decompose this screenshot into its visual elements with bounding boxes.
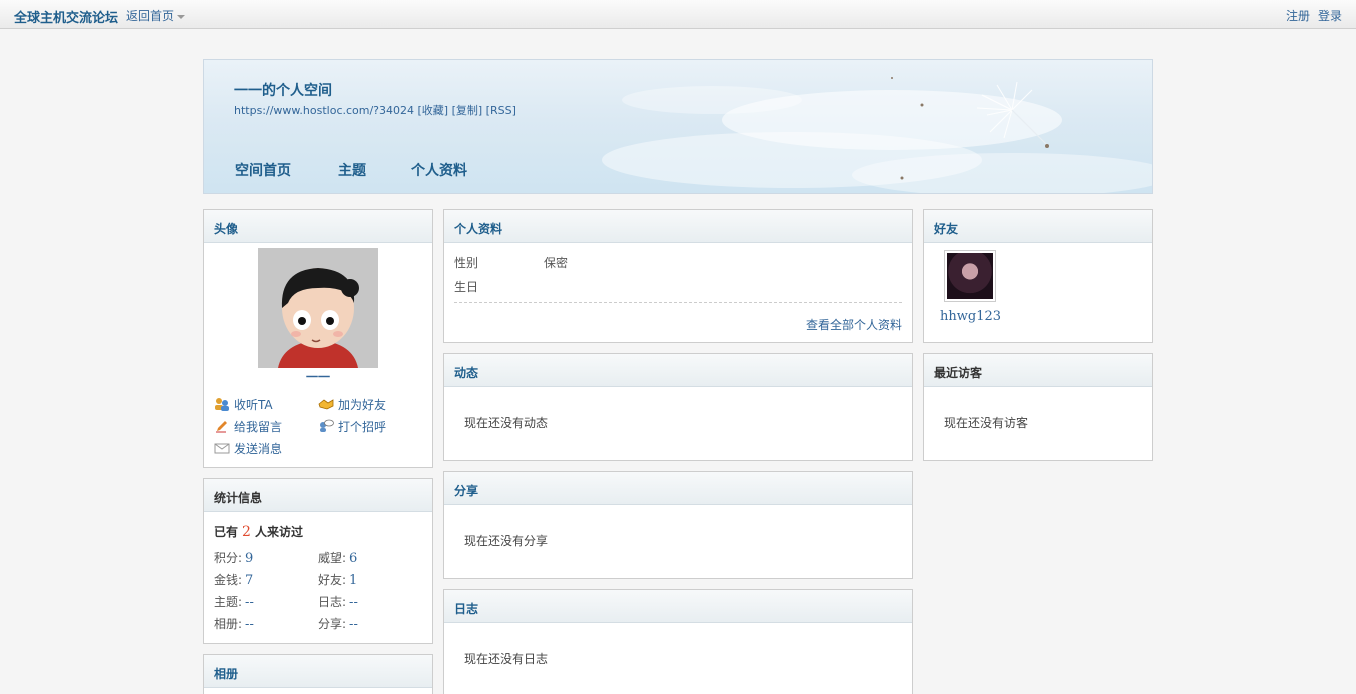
greeting-icon	[318, 419, 334, 433]
visitors-panel-title: 最近访客	[924, 354, 1152, 387]
stats-panel-title: 统计信息	[204, 479, 432, 512]
poke-label: 打个招呼	[338, 420, 387, 434]
stat-albums: 相册: --	[214, 615, 254, 632]
friend-photo	[947, 253, 993, 299]
album-panel: 相册	[203, 654, 433, 694]
feed-panel-title[interactable]: 动态	[444, 354, 912, 387]
stat-value[interactable]: 9	[245, 551, 253, 566]
blog-empty-text: 现在还没有日志	[464, 652, 549, 666]
stat-value[interactable]: 6	[349, 551, 357, 566]
visit-prefix: 已有	[214, 525, 239, 539]
stat-blogs: 日志: --	[318, 593, 358, 610]
friends-panel: 好友 hhwg123	[923, 209, 1153, 343]
space-title: 一一的个人空间	[234, 83, 332, 99]
avatar-panel: 头像 一一 收听TA 加为好友 给我留言 打个招呼 发送消息	[203, 209, 433, 468]
follow-label: 收听TA	[234, 398, 273, 412]
stat-label: 相册:	[214, 617, 243, 631]
divider	[454, 302, 902, 303]
stat-value[interactable]: --	[245, 595, 254, 610]
feed-panel: 动态 现在还没有动态	[443, 353, 913, 461]
share-empty-text: 现在还没有分享	[464, 534, 549, 548]
leave-message-button[interactable]: 给我留言	[214, 418, 282, 435]
share-panel-title[interactable]: 分享	[444, 472, 912, 505]
gender-label: 性别	[454, 256, 479, 270]
feed-empty-text: 现在还没有动态	[464, 416, 549, 430]
top-bar: 全球主机交流论坛 返回首页 注册 登录	[0, 0, 1356, 29]
register-link[interactable]: 注册	[1286, 7, 1310, 24]
friend-avatar[interactable]	[944, 250, 996, 302]
username[interactable]: 一一	[204, 368, 432, 385]
login-link[interactable]: 登录	[1318, 7, 1342, 24]
stat-prestige: 威望: 6	[318, 549, 357, 566]
handshake-icon	[318, 397, 334, 411]
visit-summary: 已有 2 人来访过	[214, 523, 303, 540]
space-url[interactable]: https://www.hostloc.com/?34024 [收藏] [复制]…	[234, 102, 516, 118]
visit-suffix: 人来访过	[254, 525, 303, 539]
stat-value[interactable]: --	[349, 595, 358, 610]
stat-label: 分享:	[318, 617, 347, 631]
follow-icon	[214, 397, 230, 411]
blog-panel: 日志 现在还没有日志	[443, 589, 913, 694]
nav-space-home[interactable]: 空间首页	[235, 160, 291, 180]
follow-button[interactable]: 收听TA	[214, 396, 273, 413]
album-panel-title[interactable]: 相册	[204, 655, 432, 688]
stat-label: 积分:	[214, 551, 243, 565]
stat-money: 金钱: 7	[214, 571, 253, 588]
stats-panel: 统计信息 已有 2 人来访过 积分: 9 威望: 6 金钱: 7 好友: 1 主题: -- 日…	[203, 478, 433, 644]
send-message-label: 发送消息	[234, 442, 283, 456]
avatar[interactable]	[258, 248, 378, 368]
visit-count: 2	[242, 524, 251, 540]
visitors-empty-text: 现在还没有访客	[944, 416, 1029, 430]
pencil-icon	[214, 419, 230, 433]
stat-label: 主题:	[214, 595, 243, 609]
stat-value[interactable]: 7	[245, 573, 253, 588]
stat-value[interactable]: --	[245, 617, 254, 632]
visitors-panel: 最近访客 现在还没有访客	[923, 353, 1153, 461]
cartoon-avatar-icon	[258, 248, 378, 368]
stat-label: 金钱:	[214, 573, 243, 587]
friends-panel-title[interactable]: 好友	[924, 210, 1152, 243]
stat-threads: 主题: --	[214, 593, 254, 610]
leave-message-label: 给我留言	[234, 420, 283, 434]
birthday-label: 生日	[454, 280, 479, 294]
share-panel: 分享 现在还没有分享	[443, 471, 913, 579]
chevron-down-icon	[177, 14, 186, 19]
friend-name-link[interactable]: hhwg123	[940, 309, 1001, 324]
space-header: 一一的个人空间 https://www.hostloc.com/?34024 […	[203, 59, 1153, 194]
forum-home-link[interactable]: 全球主机交流论坛	[14, 7, 118, 26]
back-home-label: 返回首页	[126, 9, 175, 23]
stat-label: 威望:	[318, 551, 347, 565]
profile-panel-title[interactable]: 个人资料	[444, 210, 912, 243]
profile-panel: 个人资料 性别 保密 生日 查看全部个人资料	[443, 209, 913, 343]
stat-friends: 好友: 1	[318, 571, 357, 588]
back-home-link[interactable]: 返回首页	[126, 7, 186, 24]
envelope-icon	[214, 441, 230, 455]
stat-label: 日志:	[318, 595, 347, 609]
nav-profile[interactable]: 个人资料	[411, 160, 467, 180]
sky-banner-image	[602, 77, 1152, 193]
view-full-profile-link[interactable]: 查看全部个人资料	[806, 316, 902, 333]
avatar-panel-title: 头像	[204, 210, 432, 243]
stat-label: 好友:	[318, 573, 347, 587]
blog-panel-title[interactable]: 日志	[444, 590, 912, 623]
stat-value[interactable]: --	[349, 617, 358, 632]
add-friend-button[interactable]: 加为好友	[318, 396, 386, 413]
stat-shares: 分享: --	[318, 615, 358, 632]
add-friend-label: 加为好友	[338, 398, 387, 412]
nav-threads[interactable]: 主题	[338, 160, 366, 180]
poke-button[interactable]: 打个招呼	[318, 418, 386, 435]
stat-value[interactable]: 1	[349, 573, 357, 588]
stat-credits: 积分: 9	[214, 549, 253, 566]
gender-value: 保密	[544, 256, 569, 270]
send-message-button[interactable]: 发送消息	[214, 440, 282, 457]
